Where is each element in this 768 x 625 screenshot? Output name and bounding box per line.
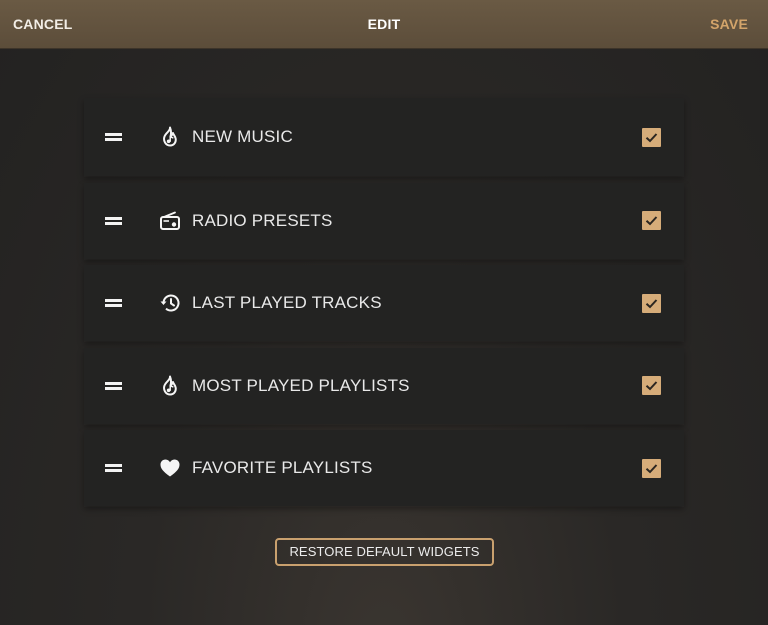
drag-handle-icon[interactable] — [105, 381, 122, 390]
widget-checkbox[interactable] — [642, 211, 661, 230]
widget-row-last-played-tracks[interactable]: LAST PLAYED TRACKS — [84, 265, 684, 341]
widget-row-most-played-playlists[interactable]: MOST PLAYED PLAYLISTS — [84, 347, 684, 424]
drag-handle-icon[interactable] — [105, 133, 122, 141]
flame-music-icon — [159, 126, 181, 148]
widget-label: NEW MUSIC — [192, 127, 293, 146]
drag-handle-icon[interactable] — [105, 464, 122, 472]
widget-checkbox[interactable] — [642, 127, 661, 147]
history-icon — [159, 292, 181, 314]
top-bar: CANCEL EDIT SAVE — [0, 0, 768, 49]
cancel-button[interactable]: CANCEL — [13, 0, 73, 49]
widget-label: RADIO PRESETS — [192, 210, 333, 230]
drag-handle-icon[interactable] — [105, 216, 122, 225]
radio-icon — [159, 210, 181, 232]
widget-list: NEW MUSIC RADIO PRESETS LAST PLAYED TRAC… — [84, 98, 684, 513]
widget-checkbox[interactable] — [642, 376, 661, 395]
widget-checkbox[interactable] — [642, 293, 661, 313]
heart-icon — [159, 457, 181, 479]
drag-handle-icon[interactable] — [105, 299, 122, 307]
widget-label: LAST PLAYED TRACKS — [192, 293, 382, 312]
widget-row-favorite-playlists[interactable]: FAVORITE PLAYLISTS — [84, 430, 684, 506]
restore-default-widgets-button[interactable]: RESTORE DEFAULT WIDGETS — [275, 538, 494, 566]
widget-row-radio-presets[interactable]: RADIO PRESETS — [84, 182, 684, 259]
widget-label: MOST PLAYED PLAYLISTS — [192, 375, 410, 395]
widget-label: FAVORITE PLAYLISTS — [192, 458, 373, 477]
page-title: EDIT — [367, 16, 401, 32]
widget-row-new-music[interactable]: NEW MUSIC — [84, 98, 684, 176]
flame-music-icon — [159, 375, 181, 397]
save-button[interactable]: SAVE — [710, 0, 748, 49]
widget-checkbox[interactable] — [642, 458, 661, 478]
